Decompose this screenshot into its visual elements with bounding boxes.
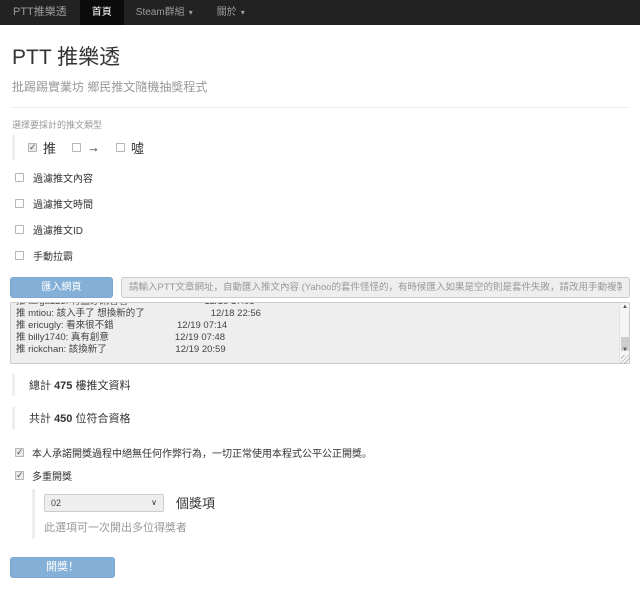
multi-draw-hint: 此選項可一次開出多位得獎者 [44, 519, 630, 535]
push-type-heading: 選擇要採計的推文類型 [12, 118, 630, 131]
resize-grip-icon[interactable] [621, 355, 630, 364]
multi-draw-row[interactable]: 多重開獎 [15, 468, 630, 483]
qualified-stat: 共計 450 位符合資格 [12, 407, 630, 429]
agreement-row[interactable]: 本人承諾開獎過程中絕無任何作弊行為，一切正常使用本程式公平公正開獎。 [15, 445, 630, 460]
push-type-label-boo: 噓 [131, 138, 144, 157]
nav-item-home[interactable]: 首頁 [80, 0, 124, 25]
filter-time-row[interactable]: 過濾推文時間 [15, 196, 630, 211]
filter-content-label: 過濾推文內容 [33, 170, 93, 185]
caret-down-icon: ▾ [189, 0, 193, 25]
push-type-option-arrow[interactable]: → [72, 140, 100, 155]
total-pushes-stat: 總計 475 樓推文資料 [12, 374, 630, 396]
manual-slot-label: 手動拉霸 [33, 248, 73, 263]
push-textarea[interactable]: 推 targa123: 有藍芽訊看看 12/18 17:03 推 mtiou: … [10, 302, 630, 364]
checkbox-boo[interactable] [116, 143, 125, 152]
scroll-up-icon[interactable]: ▲ [620, 303, 630, 312]
nav-item-about-label: 關於 [217, 0, 237, 25]
scrollbar[interactable]: ▲ ▼ [619, 303, 629, 363]
import-row: 匯入網頁 [10, 277, 630, 298]
draw-button[interactable]: 開獎！ [10, 557, 115, 578]
scroll-down-icon[interactable]: ▼ [620, 346, 630, 355]
total-count: 475 [54, 380, 72, 392]
push-type-option-boo[interactable]: 噓 [116, 138, 144, 157]
push-type-label-push: 推 [43, 138, 56, 157]
page-subtitle: 批踢踢實業坊 鄉民推文隨機抽獎程式 [12, 78, 630, 95]
nav-item-steam-label: Steam群組 [136, 0, 185, 25]
push-type-option-push[interactable]: 推 [28, 138, 56, 157]
manual-slot-row[interactable]: 手動拉霸 [15, 248, 630, 263]
checkbox-filter-time[interactable] [15, 199, 24, 208]
total-suffix: 樓推文資料 [72, 380, 130, 392]
prize-count-value: 02 [51, 498, 61, 508]
checkbox-arrow[interactable] [72, 143, 81, 152]
checkbox-multi-draw[interactable] [15, 471, 24, 480]
checkbox-manual-slot[interactable] [15, 251, 24, 260]
checkbox-filter-id[interactable] [15, 225, 24, 234]
checkbox-filter-content[interactable] [15, 173, 24, 182]
multi-draw-options: 02 ∨ 個獎項 此選項可一次開出多位得獎者 [32, 489, 630, 539]
filter-id-label: 過濾推文ID [33, 222, 83, 237]
nav-item-steam-group[interactable]: Steam群組 ▾ [124, 0, 205, 25]
nav-item-home-label: 首頁 [92, 0, 112, 25]
qualified-count: 450 [54, 413, 72, 425]
brand[interactable]: PTT推樂透 [0, 0, 80, 25]
main-content: PTT 推樂透 批踢踢實業坊 鄉民推文隨機抽獎程式 選擇要採計的推文類型 推 →… [0, 41, 640, 601]
prize-unit-label: 個獎項 [176, 493, 215, 512]
push-type-label-arrow: → [87, 140, 100, 155]
caret-down-icon: ▾ [241, 0, 245, 25]
qualified-suffix: 位符合資格 [72, 413, 130, 425]
import-button[interactable]: 匯入網頁 [10, 277, 113, 298]
filter-content-row[interactable]: 過濾推文內容 [15, 170, 630, 185]
multi-draw-label: 多重開獎 [32, 468, 72, 483]
nav-item-about[interactable]: 關於 ▾ [205, 0, 257, 25]
filter-id-row[interactable]: 過濾推文ID [15, 222, 630, 237]
url-input[interactable] [121, 277, 630, 298]
prize-count-select[interactable]: 02 ∨ [44, 494, 164, 512]
push-list-area: 推 targa123: 有藍芽訊看看 12/18 17:03 推 mtiou: … [10, 302, 630, 364]
total-prefix: 總計 [29, 380, 54, 392]
push-type-group: 推 → 噓 [12, 135, 630, 160]
divider [10, 107, 630, 108]
filter-time-label: 過濾推文時間 [33, 196, 93, 211]
checkbox-agreement[interactable] [15, 448, 24, 457]
qualified-prefix: 共計 [29, 413, 54, 425]
checkbox-push[interactable] [28, 143, 37, 152]
page-title: PTT 推樂透 [12, 41, 630, 71]
agreement-label: 本人承諾開獎過程中絕無任何作弊行為，一切正常使用本程式公平公正開獎。 [32, 445, 372, 460]
navbar: PTT推樂透 首頁 Steam群組 ▾ 關於 ▾ [0, 0, 640, 25]
chevron-down-icon: ∨ [151, 498, 157, 507]
